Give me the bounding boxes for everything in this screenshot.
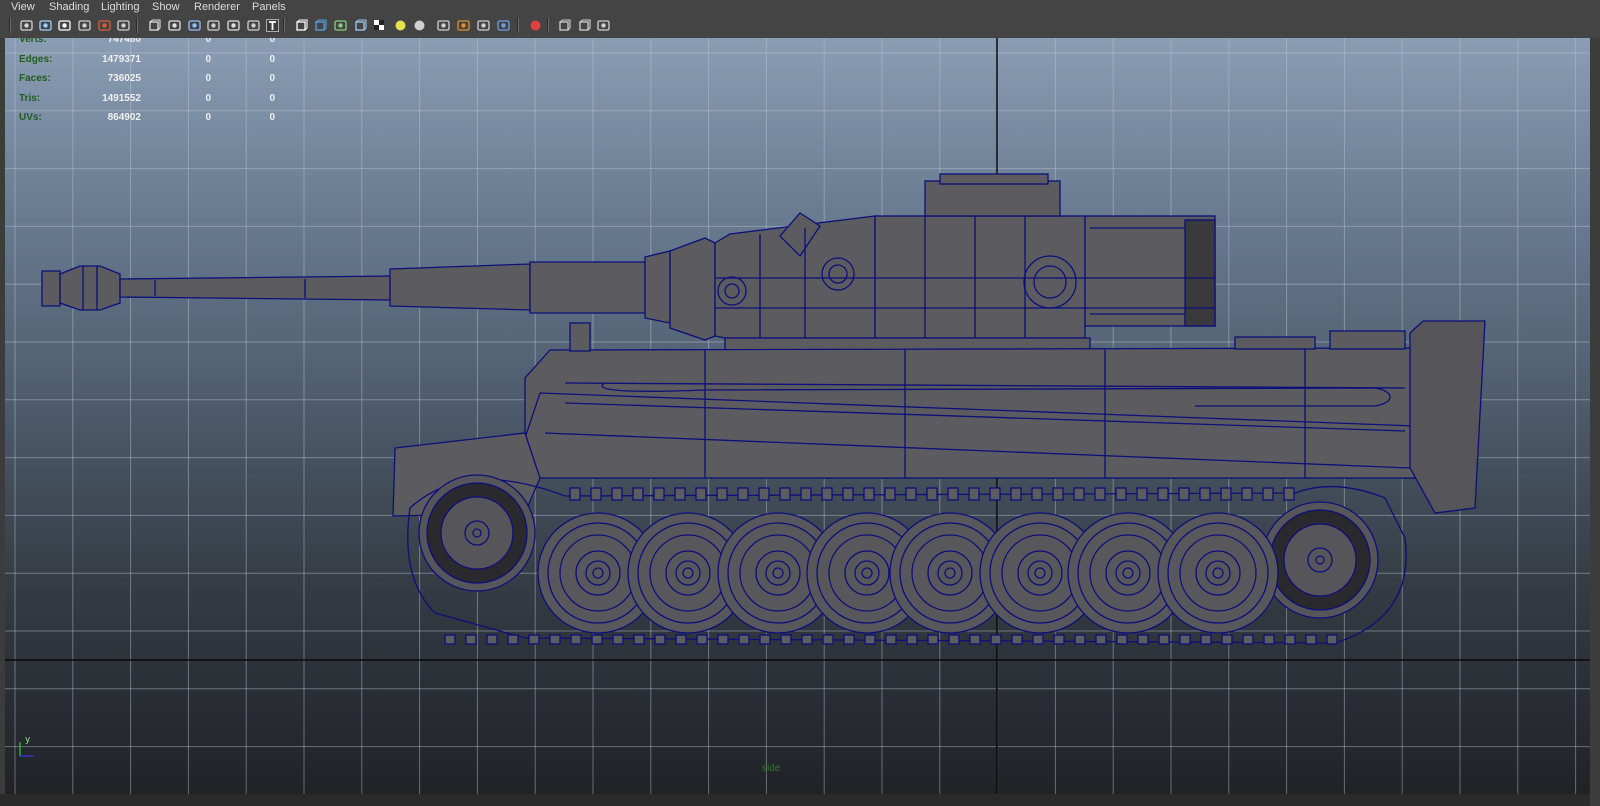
- toolbar-separator: [9, 18, 11, 33]
- hud-value: 1491552: [102, 92, 141, 104]
- text-icon[interactable]: [264, 17, 281, 34]
- toolbar-separator: [136, 18, 138, 33]
- hud-value: 0: [205, 73, 211, 84]
- hud-value: 0: [205, 53, 211, 65]
- axis-y-label: y: [25, 735, 31, 745]
- panel-toolbar: [0, 14, 1600, 39]
- tank-model-wireframe[interactable]: [5, 38, 1590, 794]
- menu-view[interactable]: View: [11, 0, 35, 14]
- bookmark-icon[interactable]: [56, 17, 73, 34]
- image-plane-icon[interactable]: [76, 17, 93, 34]
- hud-value: 0: [269, 38, 275, 45]
- hud-label: Faces:: [19, 73, 51, 84]
- hud-value: 0: [269, 92, 275, 104]
- xray-joints-icon[interactable]: [225, 17, 242, 34]
- right-border: [1590, 38, 1600, 806]
- camera-attributes-icon[interactable]: [37, 17, 54, 34]
- antialias-icon[interactable]: [495, 17, 512, 34]
- select-camera-icon[interactable]: [18, 17, 35, 34]
- menu-shading[interactable]: Shading: [49, 0, 89, 14]
- hud-value: 0: [205, 92, 211, 104]
- turret: [669, 173, 1216, 351]
- hud-value: 0: [269, 73, 275, 84]
- default-material-icon[interactable]: [186, 17, 203, 34]
- cube-frame-icon[interactable]: [576, 17, 593, 34]
- textured-icon[interactable]: [245, 17, 262, 34]
- motion-blur-icon[interactable]: [455, 17, 472, 34]
- shadows-icon[interactable]: [435, 17, 452, 34]
- hud-value: 0: [269, 53, 275, 65]
- hud-label: Verts:: [19, 38, 47, 45]
- ambient-light-icon[interactable]: [411, 17, 428, 34]
- cube-wire-icon[interactable]: [556, 17, 573, 34]
- toolbar-separator: [283, 18, 285, 33]
- hud-value: 0: [205, 38, 211, 45]
- axis-gizmo-icon: y: [19, 735, 34, 757]
- film-gate-icon[interactable]: [115, 17, 132, 34]
- smooth-shade-icon[interactable]: [166, 17, 183, 34]
- menu-lighting[interactable]: Lighting: [101, 0, 140, 14]
- checker-icon[interactable]: [371, 17, 388, 34]
- hud-value: 1479371: [102, 53, 141, 65]
- menu-renderer[interactable]: Renderer: [194, 0, 240, 14]
- grease-pencil-icon[interactable]: [96, 17, 113, 34]
- toolbar-separator: [517, 18, 519, 33]
- camera-name-label: side: [762, 763, 781, 774]
- hud-value: 747480: [107, 38, 141, 45]
- wireframe-on-shaded-icon[interactable]: [293, 17, 310, 34]
- hud-value: 864902: [107, 112, 141, 123]
- menu-show[interactable]: Show: [152, 0, 180, 14]
- toolbar-separator: [547, 18, 549, 33]
- hud-value: 736025: [107, 73, 141, 84]
- road-wheels: [418, 474, 1379, 634]
- hud-label: Edges:: [19, 53, 53, 65]
- hud-label: Tris:: [19, 92, 41, 104]
- shaded-cube-icon[interactable]: [312, 17, 329, 34]
- select-highlight-icon[interactable]: [527, 17, 544, 34]
- ambient-occlusion-icon[interactable]: [475, 17, 492, 34]
- side-viewport[interactable]: Verts: 747480 0 0 Edges: 1479371 0 0 Faces: 73602…: [5, 38, 1590, 794]
- menu-panels[interactable]: Panels: [252, 0, 286, 14]
- hud-value: 0: [269, 112, 275, 123]
- cube-icon[interactable]: [352, 17, 369, 34]
- isolate-select-icon[interactable]: [332, 17, 349, 34]
- wireframe-icon[interactable]: [146, 17, 163, 34]
- hud-label: UVs:: [19, 112, 42, 123]
- xray-icon[interactable]: [205, 17, 222, 34]
- gun-barrel: [41, 250, 671, 324]
- hud-value: 0: [205, 112, 211, 123]
- bottom-ruler: [0, 794, 1590, 806]
- menu-bar: View Shading Lighting Show Renderer Panels: [0, 0, 1600, 14]
- share-icon[interactable]: [595, 17, 612, 34]
- light-icon[interactable]: [392, 17, 409, 34]
